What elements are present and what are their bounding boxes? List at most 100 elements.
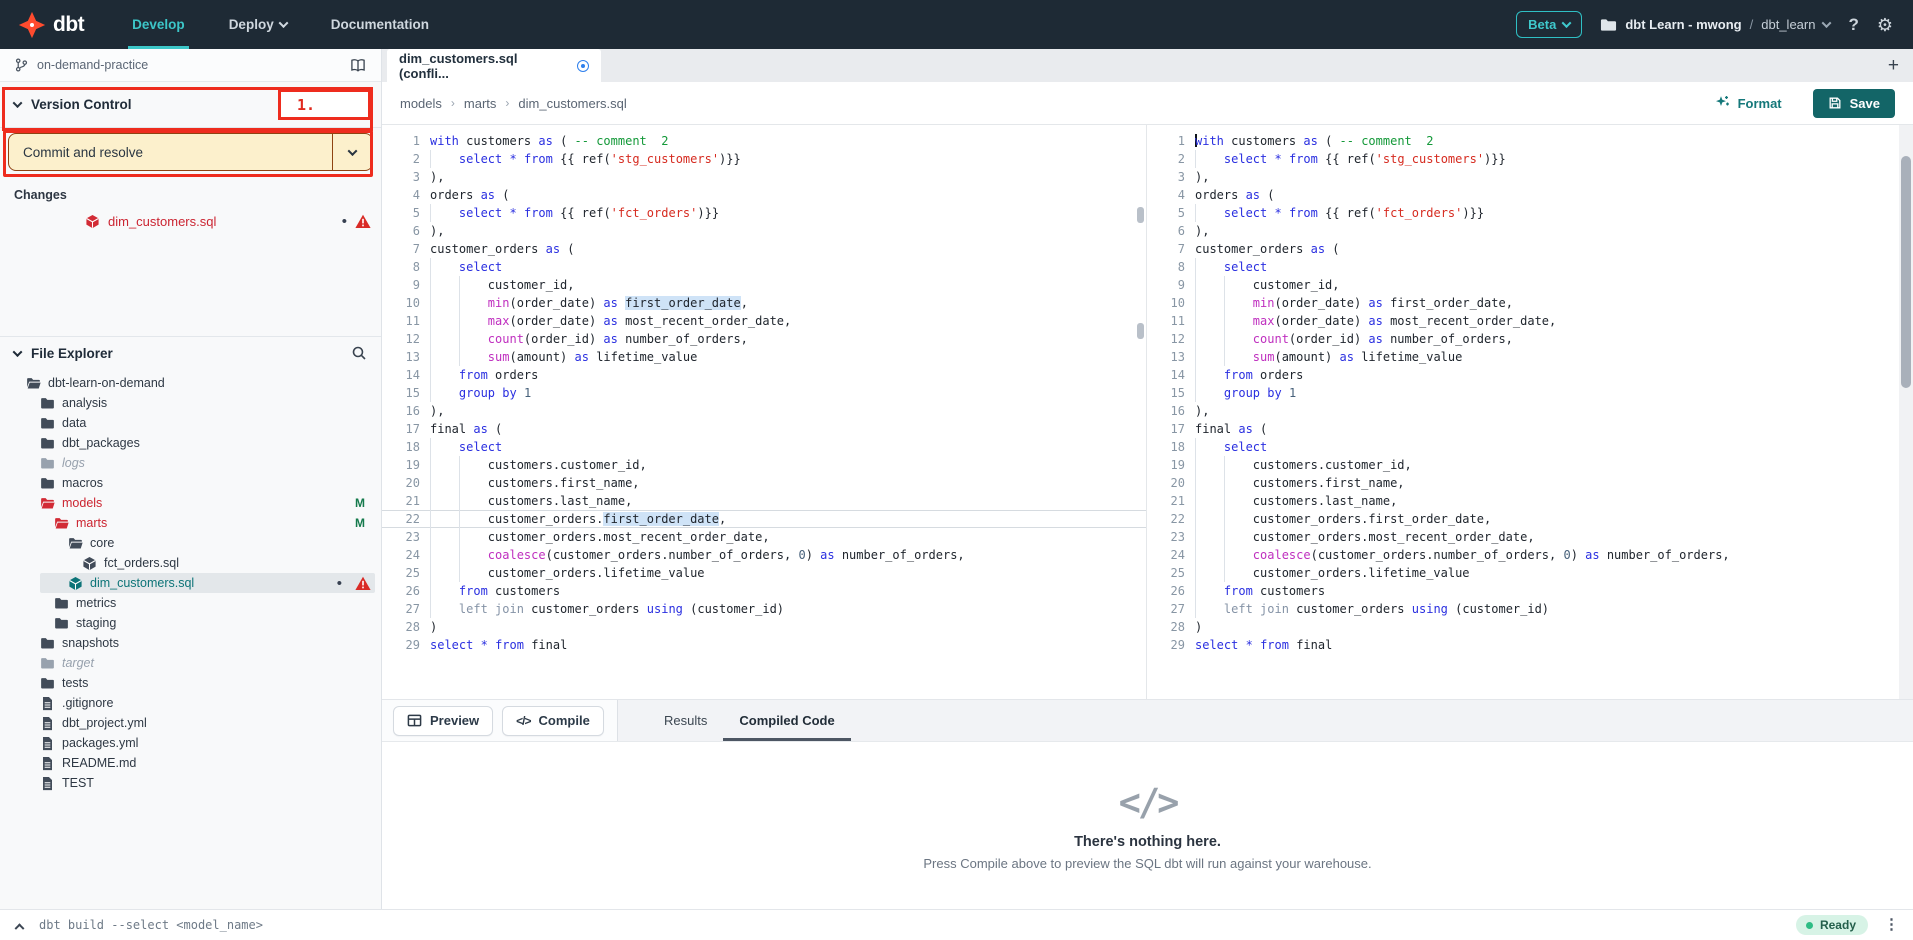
code-line[interactable]: 20 customers.first_name, (1147, 474, 1899, 492)
scrollbar-thumb[interactable] (1901, 156, 1911, 388)
code-line[interactable]: 1with customers as ( -- comment 2 (382, 132, 1146, 150)
tree-item-marts[interactable]: martsM (0, 513, 381, 533)
editor-tab-dim-customers[interactable]: dim_customers.sql (confli... (387, 49, 601, 82)
tree-item-readme-md[interactable]: README.md (0, 753, 381, 773)
code-line[interactable]: 20 customers.first_name, (382, 474, 1146, 492)
code-line[interactable]: 7customer_orders as ( (1147, 240, 1899, 258)
code-line[interactable]: 22 customer_orders.first_order_date, (382, 510, 1146, 528)
code-line[interactable]: 21 customers.last_name, (382, 492, 1146, 510)
tree-item-data[interactable]: data (0, 413, 381, 433)
code-line[interactable]: 7customer_orders as ( (382, 240, 1146, 258)
code-line[interactable]: 10 min(order_date) as first_order_date, (1147, 294, 1899, 312)
changed-file-item[interactable]: dim_customers.sql • (0, 210, 381, 232)
code-line[interactable]: 26 from customers (382, 582, 1146, 600)
code-line[interactable]: 9 customer_id, (1147, 276, 1899, 294)
search-icon[interactable] (351, 345, 367, 361)
code-line[interactable]: 6), (382, 222, 1146, 240)
book-icon[interactable] (349, 58, 367, 73)
code-line[interactable]: 3), (382, 168, 1146, 186)
code-line[interactable]: 21 customers.last_name, (1147, 492, 1899, 510)
format-button[interactable]: Format (1715, 95, 1782, 111)
code-line[interactable]: 29select * from final (382, 636, 1146, 654)
code-line[interactable]: 28) (1147, 618, 1899, 636)
tree-item-staging[interactable]: staging (0, 613, 381, 633)
breadcrumb-file[interactable]: dim_customers.sql (518, 96, 626, 111)
code-editor-left-pane[interactable]: 1with customers as ( -- comment 22 selec… (382, 125, 1147, 699)
save-button[interactable]: Save (1813, 89, 1895, 118)
tab-results[interactable]: Results (648, 700, 723, 741)
code-line[interactable]: 22 customer_orders.first_order_date, (1147, 510, 1899, 528)
kebab-menu-icon[interactable]: ⋮ (1884, 922, 1899, 929)
code-line[interactable]: 3), (1147, 168, 1899, 186)
code-line[interactable]: 16), (1147, 402, 1899, 420)
code-line[interactable]: 18 select (1147, 438, 1899, 456)
code-line[interactable]: 12 count(order_id) as number_of_orders, (382, 330, 1146, 348)
code-line[interactable]: 15 group by 1 (382, 384, 1146, 402)
code-line[interactable]: 27 left join customer_orders using (cust… (382, 600, 1146, 618)
commit-dropdown-arrow[interactable] (332, 134, 372, 170)
code-line[interactable]: 24 coalesce(customer_orders.number_of_or… (382, 546, 1146, 564)
tree-item-test[interactable]: TEST (0, 773, 381, 793)
code-line[interactable]: 6), (1147, 222, 1899, 240)
tree-item-macros[interactable]: macros (0, 473, 381, 493)
nav-develop[interactable]: Develop (110, 0, 207, 49)
code-line[interactable]: 12 count(order_id) as number_of_orders, (1147, 330, 1899, 348)
tree-item-tests[interactable]: tests (0, 673, 381, 693)
tree-item-dim-customers-sql[interactable]: dim_customers.sql• (40, 573, 375, 593)
code-line[interactable]: 29select * from final (1147, 636, 1899, 654)
breadcrumb-marts[interactable]: marts (464, 96, 497, 111)
tree-item-target[interactable]: target (0, 653, 381, 673)
compile-button[interactable]: </> Compile (502, 706, 604, 736)
account-name[interactable]: dbt Learn - mwong (1625, 17, 1741, 32)
tab-compiled-code[interactable]: Compiled Code (723, 700, 850, 741)
new-tab-button[interactable]: + (1888, 56, 1899, 75)
commit-and-resolve-button[interactable]: Commit and resolve (8, 133, 373, 171)
beta-dropdown[interactable]: Beta (1516, 11, 1582, 38)
code-line[interactable]: 4orders as ( (382, 186, 1146, 204)
git-branch-row[interactable]: on-demand-practice (0, 49, 381, 82)
preview-button[interactable]: Preview (393, 706, 493, 736)
code-line[interactable]: 25 customer_orders.lifetime_value (382, 564, 1146, 582)
code-line[interactable]: 15 group by 1 (1147, 384, 1899, 402)
code-line[interactable]: 19 customers.customer_id, (382, 456, 1146, 474)
code-line[interactable]: 26 from customers (1147, 582, 1899, 600)
dbt-logo[interactable]: dbt (0, 0, 110, 49)
code-line[interactable]: 9 customer_id, (382, 276, 1146, 294)
project-name[interactable]: dbt_learn (1761, 17, 1815, 32)
code-line[interactable]: 17final as ( (1147, 420, 1899, 438)
code-line[interactable]: 23 customer_orders.most_recent_order_dat… (382, 528, 1146, 546)
code-line[interactable]: 13 sum(amount) as lifetime_value (382, 348, 1146, 366)
tree-item-core[interactable]: core (0, 533, 381, 553)
tree-item-metrics[interactable]: metrics (0, 593, 381, 613)
code-line[interactable]: 13 sum(amount) as lifetime_value (1147, 348, 1899, 366)
code-line[interactable]: 14 from orders (382, 366, 1146, 384)
code-line[interactable]: 24 coalesce(customer_orders.number_of_or… (1147, 546, 1899, 564)
code-line[interactable]: 8 select (382, 258, 1146, 276)
tree-item-snapshots[interactable]: snapshots (0, 633, 381, 653)
code-line[interactable]: 5 select * from {{ ref('fct_orders')}} (382, 204, 1146, 222)
code-line[interactable]: 27 left join customer_orders using (cust… (1147, 600, 1899, 618)
settings-gear-icon[interactable]: ⚙ (1877, 16, 1893, 34)
tree-item-logs[interactable]: logs (0, 453, 381, 473)
code-line[interactable]: 23 customer_orders.most_recent_order_dat… (1147, 528, 1899, 546)
tree-item-dbt-project-yml[interactable]: dbt_project.yml (0, 713, 381, 733)
code-editor-right-pane[interactable]: 1with customers as ( -- comment 22 selec… (1147, 125, 1899, 699)
code-line[interactable]: 25 customer_orders.lifetime_value (1147, 564, 1899, 582)
code-line[interactable]: 28) (382, 618, 1146, 636)
vertical-scrollbar[interactable] (1899, 125, 1913, 699)
tree-item-fct-orders-sql[interactable]: fct_orders.sql (0, 553, 381, 573)
code-line[interactable]: 10 min(order_date) as first_order_date, (382, 294, 1146, 312)
code-line[interactable]: 14 from orders (1147, 366, 1899, 384)
code-line[interactable]: 17final as ( (382, 420, 1146, 438)
help-icon[interactable]: ? (1848, 15, 1858, 35)
code-line[interactable]: 11 max(order_date) as most_recent_order_… (1147, 312, 1899, 330)
code-line[interactable]: 5 select * from {{ ref('fct_orders')}} (1147, 204, 1899, 222)
tree-item-models[interactable]: modelsM (0, 493, 381, 513)
code-line[interactable]: 4orders as ( (1147, 186, 1899, 204)
tree-item--gitignore[interactable]: .gitignore (0, 693, 381, 713)
command-input[interactable]: dbt build --select <model_name> (39, 918, 1780, 932)
tree-item-packages-yml[interactable]: packages.yml (0, 733, 381, 753)
code-line[interactable]: 1with customers as ( -- comment 2 (1147, 132, 1899, 150)
chevron-down-icon[interactable] (1822, 18, 1832, 28)
tree-item-analysis[interactable]: analysis (0, 393, 381, 413)
